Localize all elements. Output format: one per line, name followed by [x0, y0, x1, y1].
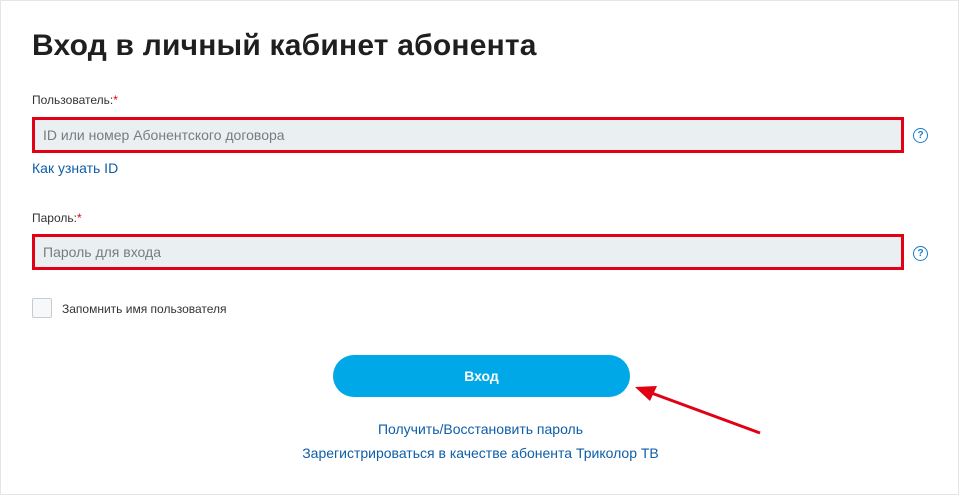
password-field-wrapper [32, 234, 904, 270]
remember-checkbox[interactable] [32, 298, 52, 318]
how-to-find-id-link[interactable]: Как узнать ID [32, 160, 118, 176]
password-input[interactable] [35, 237, 901, 267]
username-label-text: Пользователь: [32, 93, 114, 107]
question-circle-icon[interactable]: ? [913, 246, 928, 261]
required-mark: * [113, 93, 118, 107]
username-field-wrapper [32, 117, 904, 153]
register-row: Зарегистрироваться в качестве абонента Т… [1, 445, 959, 463]
password-label: Пароль:* [32, 211, 82, 225]
username-input[interactable] [35, 120, 901, 150]
page-title: Вход в личный кабинет абонента [32, 29, 537, 62]
username-label: Пользователь:* [32, 93, 118, 107]
remember-label: Запомнить имя пользователя [62, 302, 227, 316]
question-circle-icon[interactable]: ? [913, 128, 928, 143]
login-panel: Вход в личный кабинет абонента Пользоват… [0, 0, 959, 495]
recover-row: Получить/Восстановить пароль [1, 421, 959, 439]
required-mark: * [76, 211, 82, 225]
password-label-text: Пароль: [32, 211, 77, 225]
register-link[interactable]: Зарегистрироваться в качестве абонента Т… [302, 445, 659, 461]
login-button[interactable]: Вход [333, 355, 630, 397]
recover-password-link[interactable]: Получить/Восстановить пароль [378, 421, 583, 437]
